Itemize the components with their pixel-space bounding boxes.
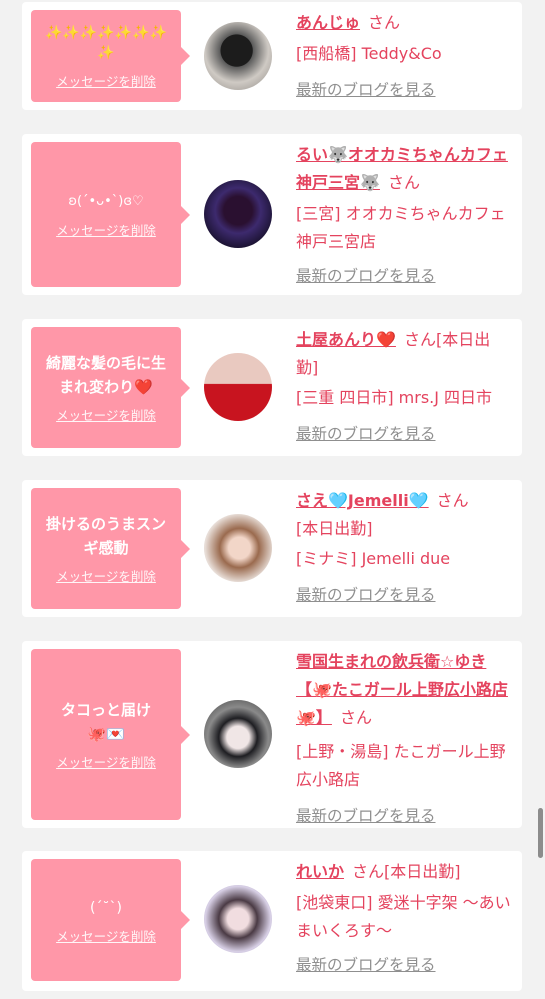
girl-info: 土屋あんり❤️ さん[本日出勤] [三重 四日市] mrs.J 四日市 最新のブロ… (296, 326, 512, 448)
girl-info: るい🐺オオカミちゃんカフェ神戸三宮🐺 さん [三宮] オオカミちゃんカフェ神戸三宮… (296, 141, 512, 290)
message-text: 綺麗な髪の毛に生まれ変わり❤️ (45, 354, 166, 396)
message-bubble: タコっと届け🐙💌 メッセージを削除 (31, 649, 190, 820)
message-text: ʚ(ˊ•ᴗ•ˋ)ɞ♡ (68, 194, 144, 209)
girl-name-link[interactable]: あんじゅ (296, 13, 360, 32)
san-label: さん (387, 173, 420, 192)
message-card: 綺麗な髪の毛に生まれ変わり❤️ メッセージを削除 土屋あんり❤️ さん[本日出勤]… (22, 319, 522, 456)
message-text: タコっと届け🐙💌 (60, 701, 151, 743)
message-text: 掛けるのうまスンギ感動 (45, 515, 166, 557)
girl-name-link[interactable]: 雪国生まれの飲兵衛☆ゆき【🐙たこガール上野広小路店🐙】 (296, 652, 508, 727)
avatar[interactable] (204, 885, 272, 953)
shop-name: [西船橋] Teddy&Co (296, 44, 442, 63)
delete-message-link[interactable]: メッセージを削除 (56, 566, 156, 585)
delete-message-link[interactable]: メッセージを削除 (56, 220, 156, 239)
girl-info: さえ🩵Jemelli🩵 さん [本日出勤] [ミナミ] Jemelli due 最… (296, 487, 512, 609)
latest-blog-link[interactable]: 最新のブログを見る (296, 951, 512, 979)
girl-name-link[interactable]: 土屋あんり❤️ (296, 330, 396, 349)
work-status: [本日出勤] (296, 519, 373, 538)
shop-name: [上野・湯島] たこガール上野広小路店 (296, 742, 506, 789)
latest-blog-link[interactable]: 最新のブログを見る (296, 262, 512, 290)
message-bubble: ✨✨✨✨✨✨✨✨ メッセージを削除 (31, 10, 190, 102)
delete-message-link[interactable]: メッセージを削除 (56, 926, 156, 945)
girl-name-link[interactable]: さえ🩵Jemelli🩵 (296, 491, 429, 510)
girl-info: 雪国生まれの飲兵衛☆ゆき【🐙たこガール上野広小路店🐙】 さん [上野・湯島] たこ… (296, 648, 512, 830)
message-text: ✨✨✨✨✨✨✨✨ (44, 24, 168, 61)
latest-blog-link[interactable]: 最新のブログを見る (296, 581, 512, 609)
message-text: (ˊ˘ˋ) (90, 899, 122, 916)
girl-name-link[interactable]: れいか (296, 862, 344, 881)
delete-message-link[interactable]: メッセージを削除 (56, 71, 156, 90)
delete-message-link[interactable]: メッセージを削除 (56, 752, 156, 771)
avatar[interactable] (204, 514, 272, 582)
message-card: ʚ(ˊ•ᴗ•ˋ)ɞ♡ メッセージを削除 るい🐺オオカミちゃんカフェ神戸三宮🐺 さん… (22, 134, 522, 295)
girl-info: れいか さん[本日出勤] [池袋東口] 愛迷十字架 〜あいまいくろす〜 最新のブロ… (296, 858, 512, 979)
avatar[interactable] (204, 353, 272, 421)
san-label: さん (403, 330, 436, 349)
message-bubble: (ˊ˘ˋ) メッセージを削除 (31, 859, 190, 981)
avatar[interactable] (204, 22, 272, 90)
message-card: 掛けるのうまスンギ感動 メッセージを削除 さえ🩵Jemelli🩵 さん [本日出勤… (22, 480, 522, 617)
latest-blog-link[interactable]: 最新のブログを見る (296, 802, 512, 830)
avatar[interactable] (204, 700, 272, 768)
san-label: さん (352, 862, 385, 881)
message-card: (ˊ˘ˋ) メッセージを削除 れいか さん[本日出勤] [池袋東口] 愛迷十字架 … (22, 851, 522, 991)
message-card: タコっと届け🐙💌 メッセージを削除 雪国生まれの飲兵衛☆ゆき【🐙たこガール上野広… (22, 641, 522, 828)
latest-blog-link[interactable]: 最新のブログを見る (296, 76, 512, 104)
san-label: さん (368, 13, 401, 32)
message-bubble: 綺麗な髪の毛に生まれ変わり❤️ メッセージを削除 (31, 327, 190, 448)
message-bubble: 掛けるのうまスンギ感動 メッセージを削除 (31, 488, 190, 609)
shop-name: [三宮] オオカミちゃんカフェ神戸三宮店 (296, 204, 506, 251)
avatar[interactable] (204, 180, 272, 248)
san-label: さん (339, 708, 372, 727)
girl-info: あんじゅ さん [西船橋] Teddy&Co 最新のブログを見る (296, 9, 512, 104)
delete-message-link[interactable]: メッセージを削除 (56, 405, 156, 424)
san-label: さん (436, 491, 469, 510)
latest-blog-link[interactable]: 最新のブログを見る (296, 420, 512, 448)
scrollbar-thumb[interactable] (538, 808, 543, 858)
work-status: [本日出勤] (384, 862, 461, 881)
shop-name: [三重 四日市] mrs.J 四日市 (296, 388, 493, 407)
shop-name: [ミナミ] Jemelli due (296, 549, 451, 568)
message-card: ✨✨✨✨✨✨✨✨ メッセージを削除 あんじゅ さん [西船橋] Teddy&Co … (22, 2, 522, 110)
shop-name: [池袋東口] 愛迷十字架 〜あいまいくろす〜 (296, 893, 511, 940)
message-bubble: ʚ(ˊ•ᴗ•ˋ)ɞ♡ メッセージを削除 (31, 142, 190, 287)
